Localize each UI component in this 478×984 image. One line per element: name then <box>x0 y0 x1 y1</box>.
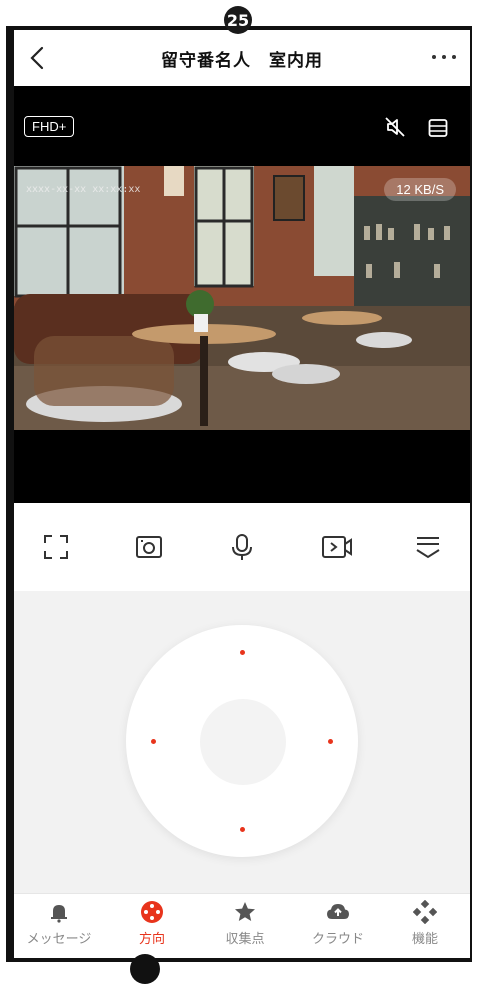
tab-label: クラウド <box>311 932 364 947</box>
fullscreen-icon <box>44 535 68 559</box>
left-direction-indicator[interactable] <box>151 739 156 744</box>
top-bar: 留守番名人 室内用 <box>14 30 470 86</box>
tab-label: 収集点 <box>225 932 265 947</box>
snapshot-button[interactable] <box>135 533 163 561</box>
step-number-badge: 25 <box>224 6 252 34</box>
layout-icon[interactable] <box>428 118 448 138</box>
tab-label: メッセージ <box>26 932 92 947</box>
video-toolbar <box>14 503 470 591</box>
tab-label: 方向 <box>138 932 165 947</box>
bell-icon <box>51 905 67 923</box>
ptz-control-panel <box>14 591 470 893</box>
tab-features[interactable]: 機能 <box>380 900 470 947</box>
record-button[interactable] <box>321 533 352 561</box>
home-indicator <box>130 954 160 984</box>
collapse-down-icon <box>416 537 440 559</box>
more-dot <box>452 55 456 59</box>
app-screen: 留守番名人 室内用 FHD+ xxxx-xx-xx xx:xx:xx 12 KB… <box>14 30 470 958</box>
tab-messages[interactable]: メッセージ <box>14 900 104 947</box>
direction-icon <box>141 901 163 923</box>
video-player[interactable]: FHD+ xxxx-xx-xx xx:xx:xx 12 KB/S <box>14 86 470 503</box>
fullscreen-button[interactable] <box>42 533 70 561</box>
camera-feed-image: xxxx-xx-xx xx:xx:xx 12 KB/S <box>14 166 470 430</box>
talk-button[interactable] <box>228 533 256 561</box>
bitrate-badge: 12 KB/S <box>384 178 456 201</box>
video-record-icon <box>322 536 352 558</box>
direction-pad[interactable] <box>126 625 358 857</box>
more-options-button[interactable] <box>432 52 456 62</box>
expand-menu-button[interactable] <box>414 533 442 561</box>
page-title: 留守番名人 室内用 <box>161 51 323 71</box>
bottom-tab-bar: メッセージ 方向 収集点 クラウド 機能 <box>14 893 470 958</box>
timestamp-overlay: xxxx-xx-xx xx:xx:xx <box>26 184 141 195</box>
tab-collection-points[interactable]: 収集点 <box>200 900 290 947</box>
features-icon <box>413 900 437 924</box>
quality-button[interactable]: FHD+ <box>24 116 75 137</box>
cafe-scene <box>14 166 470 430</box>
star-icon <box>235 902 255 921</box>
more-dot <box>432 55 436 59</box>
right-direction-indicator[interactable] <box>328 739 333 744</box>
direction-pad-center[interactable] <box>200 699 286 785</box>
tab-label: 機能 <box>411 932 438 947</box>
down-direction-indicator[interactable] <box>240 827 245 832</box>
mute-icon[interactable] <box>384 116 406 138</box>
tab-direction[interactable]: 方向 <box>107 900 197 947</box>
tab-cloud[interactable]: クラウド <box>293 900 383 947</box>
phone-frame: 留守番名人 室内用 FHD+ xxxx-xx-xx xx:xx:xx 12 KB… <box>6 26 472 962</box>
camera-icon <box>136 536 162 558</box>
cloud-upload-icon <box>327 904 349 919</box>
more-dot <box>442 55 446 59</box>
microphone-icon <box>232 534 252 560</box>
up-direction-indicator[interactable] <box>240 650 245 655</box>
